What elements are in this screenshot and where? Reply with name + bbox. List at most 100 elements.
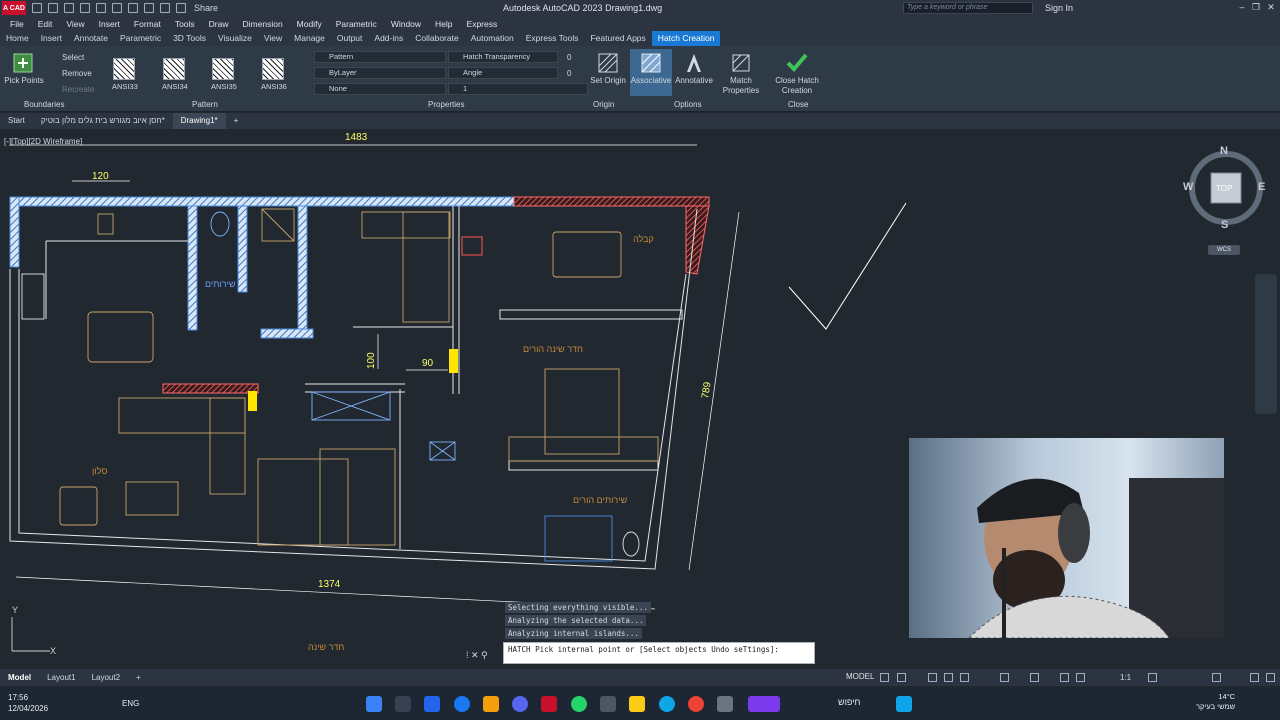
obs-icon[interactable]: [395, 696, 411, 712]
viewcube[interactable]: N S E W TOP: [1183, 145, 1269, 231]
angle-value[interactable]: 0: [567, 69, 571, 78]
set-origin-icon[interactable]: [597, 52, 619, 74]
file-tab-start[interactable]: Start: [0, 113, 33, 129]
discord-icon[interactable]: [512, 696, 528, 712]
edge-icon[interactable]: [659, 696, 675, 712]
isodraft-icon[interactable]: [960, 673, 969, 682]
checkmark-icon[interactable]: [786, 51, 808, 73]
set-origin-button[interactable]: Set Origin: [588, 76, 628, 86]
yellow-highlight-2[interactable]: [248, 391, 257, 411]
ortho-icon[interactable]: [928, 673, 937, 682]
dim-bottom-label[interactable]: 1374: [318, 579, 341, 590]
wcs-menu[interactable]: WCS: [1208, 245, 1240, 255]
tab-annotate[interactable]: Annotate: [68, 31, 114, 46]
menu-modify[interactable]: Modify: [297, 19, 322, 29]
autocad-logo[interactable]: A CAD: [2, 1, 26, 15]
properties-panel-title[interactable]: Properties: [428, 100, 464, 109]
menu-parametric[interactable]: Parametric: [336, 19, 377, 29]
windows-start-icon[interactable]: [896, 696, 912, 712]
chrome-icon[interactable]: [688, 696, 704, 712]
layout-tab-layout2[interactable]: Layout2: [84, 669, 128, 686]
tab-output[interactable]: Output: [331, 31, 369, 46]
tab-home[interactable]: Home: [0, 31, 35, 46]
store-icon[interactable]: [424, 696, 440, 712]
whatsapp-icon[interactable]: [571, 696, 587, 712]
pattern-swatch-ansi34[interactable]: [163, 58, 185, 80]
new-file-icon[interactable]: [32, 3, 42, 13]
tab-featured-apps[interactable]: Featured Apps: [584, 31, 651, 46]
tab-parametric[interactable]: Parametric: [114, 31, 167, 46]
menu-edit[interactable]: Edit: [38, 19, 53, 29]
snap-icon[interactable]: [897, 673, 906, 682]
tab-hatch-creation[interactable]: Hatch Creation: [651, 31, 721, 46]
room-label-bedroom[interactable]: חדר שינה: [308, 642, 344, 652]
red-fixture[interactable]: [461, 236, 483, 256]
search-input[interactable]: Type a keyword or phrase: [903, 2, 1033, 14]
room-label-reception[interactable]: קבלה: [633, 234, 654, 244]
remove-button[interactable]: Remove: [62, 69, 92, 78]
dim-120-label[interactable]: 120: [92, 171, 109, 182]
weather-widget[interactable]: 14°C שמשי בעיקר: [1196, 692, 1235, 712]
match-properties-icon[interactable]: [730, 52, 752, 74]
add-layout-icon[interactable]: +: [128, 669, 149, 686]
options-panel-title[interactable]: Options: [674, 100, 702, 109]
new-tab-icon[interactable]: +: [226, 113, 247, 129]
red-hatch-wall-salon[interactable]: [162, 383, 259, 394]
room-label-bathroom[interactable]: שירותים: [205, 279, 236, 289]
web-mobile-icon[interactable]: [96, 3, 106, 13]
tab-visualize[interactable]: Visualize: [212, 31, 258, 46]
dim-top-label[interactable]: 1483: [345, 132, 368, 143]
tab-express-tools[interactable]: Express Tools: [520, 31, 585, 46]
folder-icon[interactable]: [629, 696, 645, 712]
compass-west[interactable]: W: [1183, 181, 1193, 193]
navigation-bar[interactable]: [1255, 274, 1277, 414]
yellow-highlight-1[interactable]: [449, 349, 458, 373]
undo-icon[interactable]: [144, 3, 154, 13]
room-label-salon[interactable]: סלון: [92, 466, 107, 476]
annotative-button[interactable]: Annotative: [672, 76, 716, 86]
osnap-icon[interactable]: [1000, 673, 1009, 682]
menu-dimension[interactable]: Dimension: [243, 19, 283, 29]
menu-help[interactable]: Help: [435, 19, 452, 29]
tab-3d-tools[interactable]: 3D Tools: [167, 31, 212, 46]
close-icon[interactable]: ✕: [1266, 2, 1276, 12]
system-clock[interactable]: 17:56 12/04/2026: [8, 692, 48, 714]
polar-icon[interactable]: [944, 673, 953, 682]
room-label-parents-bedroom[interactable]: חדר שינה הורים: [523, 344, 583, 354]
viewcube-top-face[interactable]: TOP: [1216, 184, 1232, 193]
fullscreen-icon[interactable]: [1266, 673, 1275, 682]
red-hatch-wall-top[interactable]: [513, 196, 710, 207]
print-icon[interactable]: [176, 3, 186, 13]
workspace-gear-icon[interactable]: [1148, 673, 1157, 682]
background-color-select[interactable]: None: [314, 83, 446, 95]
lineweight-icon[interactable]: [1030, 673, 1039, 682]
menu-draw[interactable]: Draw: [209, 19, 229, 29]
origin-panel-title[interactable]: Origin: [593, 100, 614, 109]
dim-100-label[interactable]: 100: [366, 352, 377, 369]
tab-add-ins[interactable]: Add-ins: [368, 31, 409, 46]
transparency-value[interactable]: 0: [567, 53, 571, 62]
task-view-icon[interactable]: [717, 696, 733, 712]
tab-manage[interactable]: Manage: [288, 31, 331, 46]
widgets-icon[interactable]: [748, 696, 780, 712]
compass-east[interactable]: E: [1258, 181, 1265, 193]
select-button[interactable]: Select: [62, 53, 84, 62]
grid-icon[interactable]: [880, 673, 889, 682]
red-hatch-wall-right[interactable]: [685, 205, 710, 275]
telegram-icon[interactable]: [366, 696, 382, 712]
associative-button[interactable]: Associative: [630, 76, 672, 86]
file-tab-hotel[interactable]: חסן איוב מגורש בית גלים מלון בוטיק*: [33, 113, 173, 129]
save-as-icon[interactable]: [80, 3, 90, 13]
dim-90-label[interactable]: 90: [422, 358, 434, 369]
language-indicator[interactable]: ENG: [122, 699, 139, 708]
menu-tools[interactable]: Tools: [175, 19, 195, 29]
pattern-swatch-ansi33[interactable]: [113, 58, 135, 80]
dim-right-label[interactable]: 789: [700, 381, 714, 400]
pattern-panel-title[interactable]: Pattern: [192, 100, 218, 109]
menu-express[interactable]: Express: [467, 19, 498, 29]
menu-insert[interactable]: Insert: [99, 19, 120, 29]
scale-input[interactable]: 1: [448, 83, 588, 95]
pick-points-button[interactable]: Pick Points: [2, 76, 46, 86]
restore-icon[interactable]: ❐: [1251, 2, 1261, 12]
boundaries-panel-title[interactable]: Boundaries: [24, 100, 64, 109]
